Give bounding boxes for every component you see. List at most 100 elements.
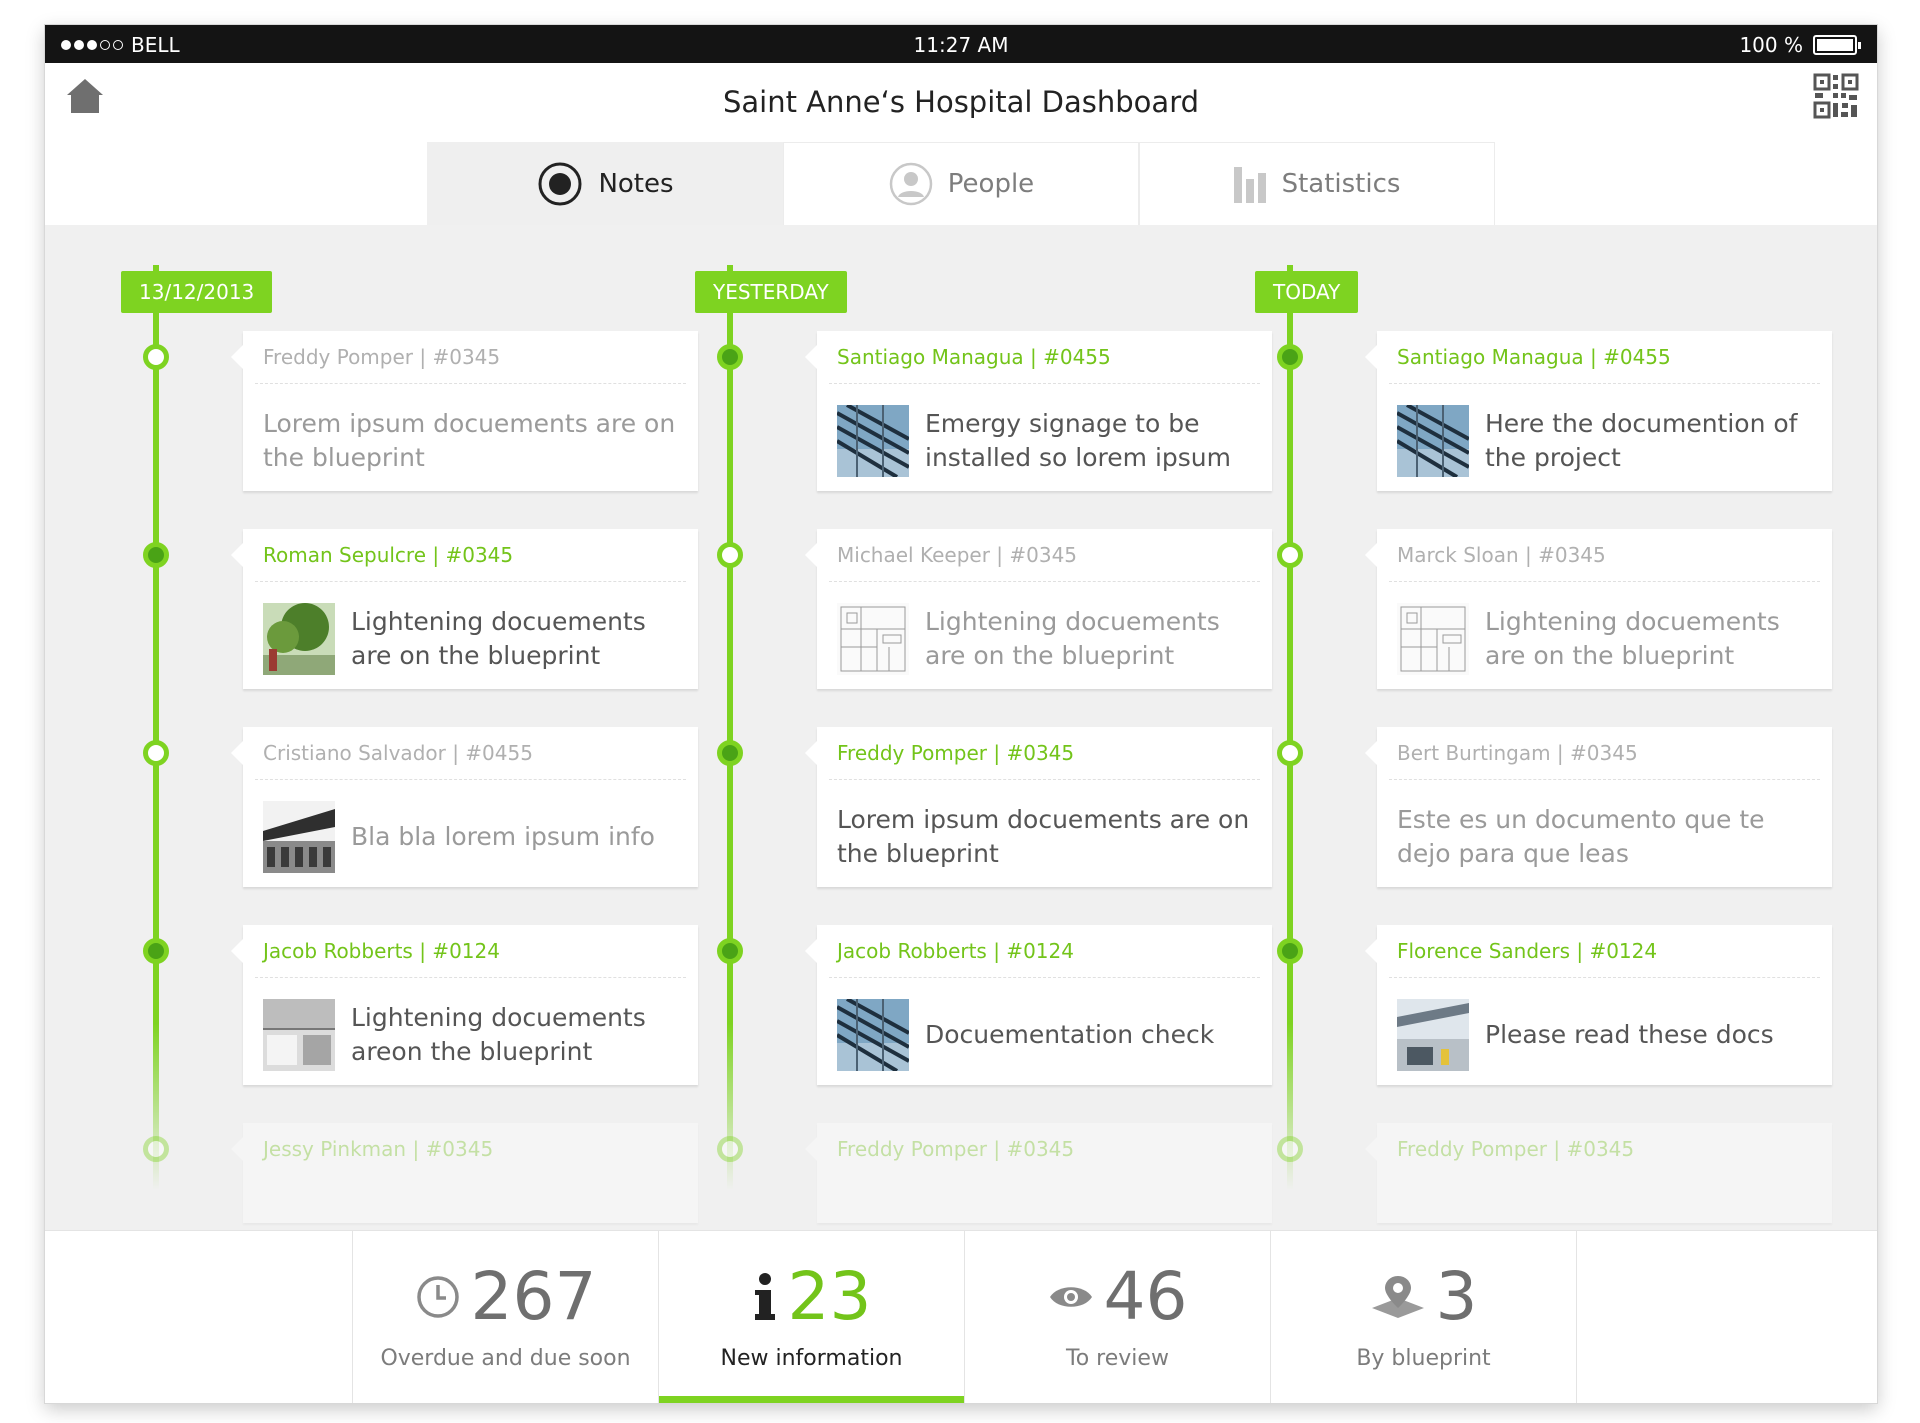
battery-status: 100 % xyxy=(1739,33,1861,57)
card-divider xyxy=(829,581,1260,582)
person-icon xyxy=(889,162,933,206)
note-card[interactable]: Roman Sepulcre | #0345 Lightening docueme… xyxy=(231,529,698,689)
stat-to-review[interactable]: 46 To review xyxy=(964,1231,1270,1403)
note-text: Emergy signage to be installed so lorem … xyxy=(925,409,1231,472)
timeline-line xyxy=(1287,265,1293,1190)
battery-percent: 100 % xyxy=(1739,33,1803,57)
notes-timeline[interactable]: 13/12/2013 Freddy Pomper | #0345 Lorem ips… xyxy=(45,225,1877,1230)
timeline-node xyxy=(1277,1136,1303,1162)
roof-thumbnail xyxy=(1397,405,1469,477)
battery-icon xyxy=(1813,35,1861,55)
note-card[interactable]: Santiago Managua | #0455 Emergy signage t… xyxy=(805,331,1272,491)
stat-overdue[interactable]: 267 Overdue and due soon xyxy=(352,1231,658,1403)
note-author: Michael Keeper | #0345 xyxy=(837,543,1078,567)
timeline-node xyxy=(717,938,743,964)
timeline-node xyxy=(717,740,743,766)
qr-code-button[interactable] xyxy=(1813,73,1859,119)
timeline-column: YESTERDAY Santiago Managua | #0455 Emergy … xyxy=(657,225,1272,1230)
note-author: Cristiano Salvador | #0455 xyxy=(263,741,533,765)
interior-thumbnail xyxy=(263,999,335,1071)
roof-thumbnail xyxy=(837,405,909,477)
note-author: Santiago Managua | #0455 xyxy=(837,345,1111,369)
note-card[interactable]: Freddy Pomper | #0345 Lorem ipsum docueme… xyxy=(231,331,698,491)
bar-chart-icon xyxy=(1233,167,1266,203)
note-text: Lightening docuements are on the bluepri… xyxy=(351,607,646,670)
note-text: Lorem ipsum docuements are on the bluepr… xyxy=(837,805,1250,868)
note-text: Docuementation check xyxy=(925,1020,1215,1049)
tab-notes[interactable]: Notes xyxy=(427,142,783,225)
note-author: Florence Sanders | #0124 xyxy=(1397,939,1658,963)
timeline-line xyxy=(153,265,159,1190)
tab-bar: Notes People Statistics xyxy=(427,142,1495,225)
note-card[interactable]: Florence Sanders | #0124 Please read thes… xyxy=(1365,925,1832,1085)
timeline-node xyxy=(143,740,169,766)
card-divider xyxy=(1389,977,1820,978)
note-body: Lightening docuements are on the bluepri… xyxy=(263,601,684,677)
timeline-node xyxy=(1277,344,1303,370)
stat-by-blueprint[interactable]: 3 By blueprint xyxy=(1270,1231,1576,1403)
note-text: Este es un documento que te dejo para qu… xyxy=(1397,805,1765,868)
note-card[interactable]: Jessy Pinkman | #0345 xyxy=(231,1123,698,1223)
clock-icon xyxy=(416,1276,459,1318)
stat-value: 46 xyxy=(1103,1258,1188,1335)
note-author: Jessy Pinkman | #0345 xyxy=(263,1137,494,1161)
blueprint-thumbnail xyxy=(837,603,909,675)
note-card[interactable]: Marck Sloan | #0345 Lightening docuements… xyxy=(1365,529,1832,689)
card-divider xyxy=(829,977,1260,978)
tab-label: People xyxy=(947,169,1035,199)
note-body: Lorem ipsum docuements are on the bluepr… xyxy=(263,403,684,479)
tab-people[interactable]: People xyxy=(783,142,1139,225)
stats-bar: 267 Overdue and due soon 23 New informat… xyxy=(45,1230,1877,1403)
tab-label: Statistics xyxy=(1281,169,1401,199)
timeline-node xyxy=(1277,938,1303,964)
timeline-node xyxy=(717,1136,743,1162)
note-author: Jacob Robberts | #0124 xyxy=(837,939,1074,963)
app-header: Saint Anne‘s Hospital Dashboard xyxy=(45,63,1877,139)
date-label: TODAY xyxy=(1255,271,1359,313)
note-body: Emergy signage to be installed so lorem … xyxy=(837,403,1258,479)
qr-code-icon xyxy=(1813,73,1859,119)
eye-icon xyxy=(1049,1287,1092,1307)
note-body: Here the documention of the project xyxy=(1397,403,1818,479)
note-body: Este es un documento que te dejo para qu… xyxy=(1397,799,1818,875)
blueprint-thumbnail xyxy=(1397,603,1469,675)
note-body: Docuementation check xyxy=(837,997,1258,1073)
note-card[interactable]: Jacob Robberts | #0124 Lightening docueme… xyxy=(231,925,698,1085)
timeline-node xyxy=(143,542,169,568)
timeline-node xyxy=(1277,740,1303,766)
timeline-column: 13/12/2013 Freddy Pomper | #0345 Lorem ips… xyxy=(83,225,698,1230)
card-divider xyxy=(255,977,686,978)
note-author: Jacob Robberts | #0124 xyxy=(263,939,500,963)
card-divider xyxy=(255,581,686,582)
note-card[interactable]: Santiago Managua | #0455 Here the documen… xyxy=(1365,331,1832,491)
stat-new-information[interactable]: 23 New information xyxy=(658,1231,964,1403)
card-divider xyxy=(829,779,1260,780)
roof-thumbnail xyxy=(837,999,909,1071)
card-divider xyxy=(255,383,686,384)
stats-spacer xyxy=(1576,1231,1877,1403)
card-divider xyxy=(1389,779,1820,780)
note-author: Freddy Pomper | #0345 xyxy=(837,741,1075,765)
note-card[interactable]: Bert Burtingam | #0345 Este es un documen… xyxy=(1365,727,1832,887)
note-card[interactable]: Michael Keeper | #0345 Lightening docueme… xyxy=(805,529,1272,689)
note-text: Lightening docuements are on the bluepri… xyxy=(925,607,1220,670)
note-author: Marck Sloan | #0345 xyxy=(1397,543,1606,567)
facade-thumbnail xyxy=(1397,999,1469,1071)
stat-value: 267 xyxy=(470,1258,597,1335)
note-body: Lightening docuements are on the bluepri… xyxy=(837,601,1258,677)
card-divider xyxy=(255,779,686,780)
tab-statistics[interactable]: Statistics xyxy=(1139,142,1495,225)
timeline-node xyxy=(143,1136,169,1162)
date-label: 13/12/2013 xyxy=(121,271,273,313)
note-text: Lorem ipsum docuements are on the bluepr… xyxy=(263,409,676,472)
tablet-screen: BELL 11:27 AM 100 % Saint Anne‘s Hospita… xyxy=(45,25,1877,1403)
note-text: Please read these docs xyxy=(1485,1020,1774,1049)
info-icon xyxy=(754,1273,775,1320)
note-card[interactable]: Freddy Pomper | #0345 Lorem ipsum docueme… xyxy=(805,727,1272,887)
note-body: Lightening docuements are on the bluepri… xyxy=(1397,601,1818,677)
note-card[interactable]: Jacob Robberts | #0124 Docuementation che… xyxy=(805,925,1272,1085)
note-card[interactable]: Freddy Pomper | #0345 xyxy=(1365,1123,1832,1223)
note-card[interactable]: Freddy Pomper | #0345 xyxy=(805,1123,1272,1223)
note-card[interactable]: Cristiano Salvador | #0455 Bla bla lorem … xyxy=(231,727,698,887)
note-body: Lorem ipsum docuements are on the bluepr… xyxy=(837,799,1258,875)
